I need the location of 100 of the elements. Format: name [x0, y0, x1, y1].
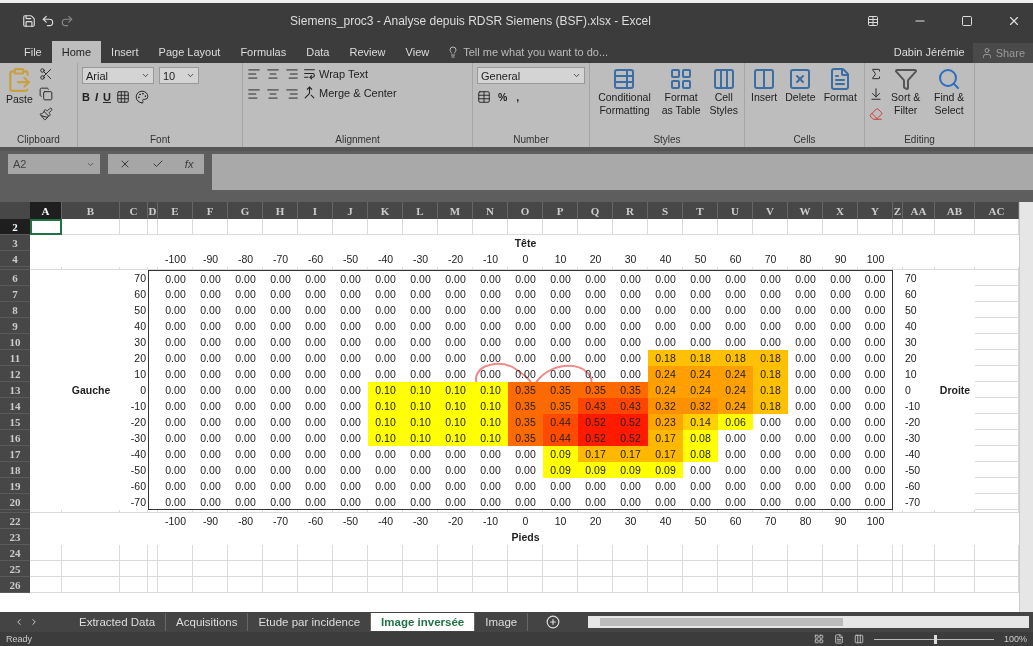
empty-cell[interactable] — [613, 561, 648, 577]
empty-cell[interactable] — [193, 577, 228, 593]
empty-cell[interactable] — [158, 510, 193, 513]
empty-cell[interactable] — [935, 561, 975, 577]
ribbon-tab[interactable]: View — [395, 41, 440, 63]
empty-cell[interactable] — [333, 510, 368, 513]
column-header[interactable]: R — [613, 202, 648, 219]
empty-cell[interactable] — [263, 577, 298, 593]
column-header[interactable]: I — [298, 202, 333, 219]
row-header[interactable]: 18 — [0, 462, 30, 478]
row-header[interactable]: 4 — [0, 251, 30, 267]
empty-cell[interactable] — [333, 577, 368, 593]
sheet-tab[interactable]: Extracted Data — [69, 613, 167, 631]
empty-cell[interactable] — [893, 510, 903, 513]
row-header[interactable]: 26 — [0, 577, 30, 593]
tell-me-field[interactable]: Tell me what you want to do... — [439, 41, 617, 63]
row-header[interactable]: 15 — [0, 414, 30, 430]
column-header[interactable]: W — [788, 202, 823, 219]
empty-cell[interactable] — [903, 577, 935, 593]
empty-cell[interactable] — [893, 545, 903, 561]
row-header[interactable]: 2 — [0, 219, 30, 235]
empty-cell[interactable] — [903, 267, 935, 270]
next-sheet-icon[interactable] — [29, 617, 39, 627]
empty-cell[interactable] — [62, 545, 120, 561]
empty-cell[interactable] — [788, 219, 823, 235]
row-header[interactable]: 24 — [0, 545, 30, 561]
column-header[interactable]: Q — [578, 202, 613, 219]
empty-cell[interactable] — [148, 267, 158, 270]
borders-icon[interactable] — [115, 90, 130, 104]
number-format-field[interactable]: General — [477, 67, 585, 84]
empty-cell[interactable] — [578, 545, 613, 561]
ribbon-tab[interactable]: Insert — [101, 41, 149, 63]
empty-cell[interactable] — [193, 267, 228, 270]
empty-cell[interactable] — [333, 267, 368, 270]
empty-cell[interactable] — [823, 219, 858, 235]
eraser-icon[interactable] — [869, 107, 883, 121]
empty-cell[interactable] — [823, 510, 858, 513]
empty-cell[interactable] — [263, 219, 298, 235]
empty-cell[interactable] — [648, 561, 683, 577]
empty-cell[interactable] — [858, 545, 893, 561]
empty-cell[interactable] — [903, 510, 935, 513]
empty-cell[interactable] — [823, 561, 858, 577]
empty-cell[interactable] — [788, 545, 823, 561]
empty-cell[interactable] — [648, 267, 683, 270]
column-header[interactable]: P — [543, 202, 578, 219]
empty-cell[interactable] — [193, 545, 228, 561]
cells-button[interactable]: Format — [821, 67, 859, 104]
column-header[interactable]: AC — [975, 202, 1019, 219]
empty-cell[interactable] — [333, 561, 368, 577]
font-size-field[interactable]: 10 — [159, 67, 199, 84]
empty-cell[interactable] — [975, 510, 1019, 513]
empty-cell[interactable] — [368, 545, 403, 561]
row-header[interactable]: 17 — [0, 446, 30, 462]
empty-cell[interactable] — [228, 267, 263, 270]
empty-cell[interactable] — [263, 545, 298, 561]
empty-cell[interactable] — [975, 267, 1019, 270]
empty-cell[interactable] — [613, 267, 648, 270]
empty-cell[interactable] — [368, 267, 403, 270]
align-center-icon[interactable] — [266, 87, 280, 101]
empty-cell[interactable] — [648, 219, 683, 235]
row-header[interactable]: 13 — [0, 382, 30, 398]
empty-cell[interactable] — [935, 510, 975, 513]
empty-cell[interactable] — [158, 267, 193, 270]
empty-cell[interactable] — [403, 545, 438, 561]
name-box[interactable]: A2 — [8, 154, 100, 174]
empty-cell[interactable] — [578, 577, 613, 593]
column-header[interactable]: T — [683, 202, 718, 219]
empty-cell[interactable] — [148, 577, 158, 593]
empty-cell[interactable] — [753, 219, 788, 235]
empty-cell[interactable] — [613, 510, 648, 513]
empty-cell[interactable] — [753, 267, 788, 270]
zoom-thumb[interactable] — [933, 634, 937, 644]
empty-cell[interactable] — [788, 267, 823, 270]
empty-cell[interactable] — [298, 545, 333, 561]
row-header[interactable]: 12 — [0, 366, 30, 382]
empty-cell[interactable] — [718, 577, 753, 593]
empty-cell[interactable] — [683, 510, 718, 513]
align-top-icon[interactable] — [247, 67, 261, 81]
empty-cell[interactable] — [508, 510, 543, 513]
style-button[interactable]: Conditional Formatting — [594, 67, 655, 117]
sheet-tab[interactable]: Image — [475, 613, 529, 631]
empty-cell[interactable] — [298, 510, 333, 513]
empty-cell[interactable] — [893, 267, 903, 270]
ribbon-display-icon[interactable] — [867, 15, 879, 27]
empty-cell[interactable] — [648, 510, 683, 513]
empty-cell[interactable] — [298, 219, 333, 235]
column-header[interactable]: A — [30, 202, 62, 219]
empty-cell[interactable] — [858, 510, 893, 513]
page-layout-icon[interactable] — [833, 634, 844, 644]
row-header[interactable]: 10 — [0, 334, 30, 350]
empty-cell[interactable] — [368, 510, 403, 513]
format-painter-icon[interactable] — [38, 107, 53, 121]
row-header[interactable]: 14 — [0, 398, 30, 414]
empty-cell[interactable] — [228, 510, 263, 513]
column-header[interactable]: V — [753, 202, 788, 219]
row-header[interactable]: 16 — [0, 430, 30, 446]
empty-cell[interactable] — [438, 561, 473, 577]
column-header[interactable]: X — [823, 202, 858, 219]
empty-cell[interactable] — [753, 577, 788, 593]
cells-button[interactable]: Insert — [749, 67, 780, 104]
